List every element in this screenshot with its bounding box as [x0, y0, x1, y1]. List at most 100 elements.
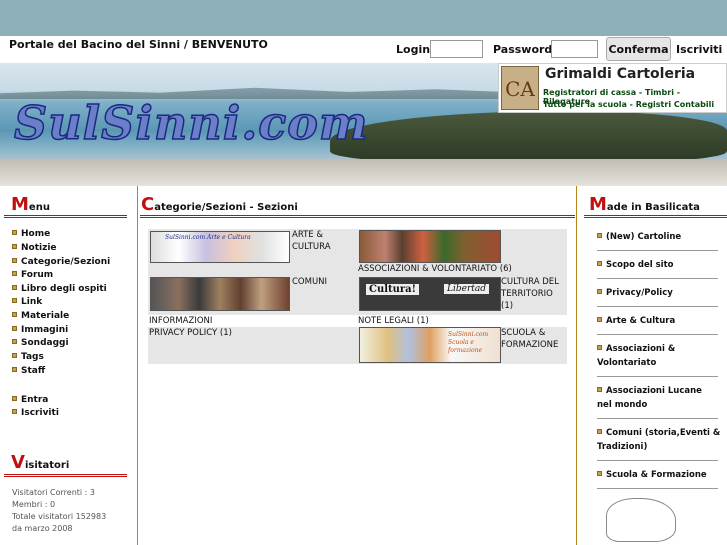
category-comuni[interactable]: COMUNI	[148, 277, 357, 315]
arte-cultura-thumbnail[interactable]: SulSinni.com Arte e Cultura	[150, 231, 290, 263]
thumbnail-caption: Cultura!	[366, 284, 420, 295]
ad-logo: CA	[501, 66, 539, 110]
category-label[interactable]: NOTE LEGALI (1)	[358, 316, 429, 327]
category-privacy[interactable]: PRIVACY POLICY (1)	[148, 327, 357, 364]
divider	[597, 278, 718, 279]
ad-banner[interactable]: CA Grimaldi Cartoleria Registratori di c…	[498, 63, 727, 113]
bullet-icon	[597, 289, 602, 294]
categories-rule	[140, 215, 575, 218]
category-note-legali[interactable]: NOTE LEGALI (1)	[357, 315, 567, 327]
made-item-label: Associazioni &	[606, 344, 676, 354]
cultura-thumbnail[interactable]: Cultura! Libertad	[359, 277, 501, 311]
bullet-icon	[12, 271, 17, 276]
menu-item-link[interactable]: Link	[12, 297, 42, 307]
menu-item-label: Forum	[21, 270, 54, 280]
category-label[interactable]: INFORMAZIONI	[149, 316, 212, 327]
made-item-label: (New) Cartoline	[606, 232, 682, 242]
category-label[interactable]: (1)	[501, 301, 513, 312]
menu-item-staff[interactable]: Staff	[12, 366, 45, 376]
made-item-label-2: Volontariato	[597, 358, 657, 368]
menu-item-notizie[interactable]: Notizie	[12, 243, 57, 253]
bullet-icon	[597, 429, 602, 434]
thumbnail-caption: Libertad	[444, 284, 489, 294]
category-cultura-territorio[interactable]: Cultura! Libertad CULTURA DEL TERRITORIO…	[357, 277, 567, 315]
top-bar	[0, 0, 727, 36]
menu-item-home[interactable]: Home	[12, 229, 50, 239]
category-label[interactable]: PRIVACY POLICY (1)	[149, 328, 232, 339]
category-label[interactable]: CULTURA	[292, 242, 331, 253]
menu-item-guestbook[interactable]: Libro degli ospiti	[12, 284, 107, 294]
category-label[interactable]: ASSOCIAZIONI & VOLONTARIATO (6)	[358, 264, 512, 275]
bullet-icon	[12, 230, 17, 235]
category-label[interactable]: ARTE &	[292, 230, 323, 241]
made-item-label-2: Tradizioni)	[597, 442, 648, 452]
made-item-label: Scopo del sito	[606, 260, 674, 270]
made-heading: Made in Basilicata	[589, 194, 700, 215]
bullet-icon	[12, 312, 17, 317]
category-label[interactable]: SCUOLA &	[501, 328, 545, 339]
menu-item-categorie[interactable]: Categorie/Sezioni	[12, 257, 110, 267]
made-heading-rest: ade in Basilicata	[606, 202, 700, 213]
menu-item-label: Home	[21, 229, 51, 239]
bullet-icon	[12, 409, 17, 414]
made-item-scuola[interactable]: Scuola & Formazione	[597, 468, 707, 482]
menu-item-entra[interactable]: Entra	[12, 395, 48, 405]
bullet-icon	[12, 353, 17, 358]
made-item-label: Scuola & Formazione	[606, 470, 707, 480]
made-item-label: Comuni (storia,Eventi &	[606, 428, 721, 438]
made-item-arte[interactable]: Arte & Cultura	[597, 314, 675, 328]
menu-item-tags[interactable]: Tags	[12, 352, 44, 362]
bullet-icon	[597, 233, 602, 238]
menu-item-forum[interactable]: Forum	[12, 270, 53, 280]
divider	[597, 306, 718, 307]
made-heading-cap: M	[589, 194, 607, 215]
divider	[597, 418, 718, 419]
menu-heading: Menu	[11, 194, 50, 215]
visitors-rule	[4, 474, 127, 477]
category-label[interactable]: COMUNI	[292, 277, 327, 288]
category-label[interactable]: TERRITORIO	[501, 289, 553, 300]
category-arte-cultura[interactable]: SulSinni.com Arte e Cultura ARTE & CULTU…	[148, 229, 357, 277]
bullet-icon	[597, 345, 602, 350]
confirm-button[interactable]: Conferma	[606, 37, 671, 61]
menu-item-label: Materiale	[21, 311, 70, 321]
category-scuola[interactable]: SulSinni.com Scuola e formazione SCUOLA …	[357, 327, 567, 364]
category-informazioni[interactable]: INFORMAZIONI	[148, 315, 357, 327]
login-input[interactable]	[430, 40, 483, 58]
made-item-associazioni-lucane[interactable]: Associazioni Lucane nel mondo	[597, 384, 702, 412]
scuola-thumbnail[interactable]: SulSinni.com Scuola e formazione	[359, 327, 501, 363]
associazioni-thumbnail[interactable]	[359, 230, 501, 263]
made-item-privacy[interactable]: Privacy/Policy	[597, 286, 673, 300]
menu-item-iscriviti[interactable]: Iscriviti	[12, 408, 59, 418]
visitors-members: Membri : 0	[12, 500, 56, 509]
bullet-icon	[597, 387, 602, 392]
sketch-image[interactable]	[606, 498, 676, 542]
category-label[interactable]: FORMAZIONE	[501, 340, 558, 351]
password-input[interactable]	[551, 40, 598, 58]
menu-item-label: Tags	[21, 352, 44, 362]
made-item-cartoline[interactable]: (New) Cartoline	[597, 230, 681, 244]
menu-item-label: Sondaggi	[21, 338, 69, 348]
register-link[interactable]: Iscriviti	[676, 43, 722, 56]
menu-heading-cap: M	[11, 194, 29, 215]
made-item-label: Privacy/Policy	[606, 288, 673, 298]
bullet-icon	[12, 326, 17, 331]
made-item-comuni[interactable]: Comuni (storia,Eventi & Tradizioni)	[597, 426, 720, 454]
password-label: Password	[493, 43, 553, 56]
category-associazioni[interactable]: ASSOCIAZIONI & VOLONTARIATO (6)	[357, 229, 567, 277]
comuni-thumbnail[interactable]	[150, 277, 290, 311]
menu-item-materiale[interactable]: Materiale	[12, 311, 69, 321]
categories-heading-cap: C	[141, 194, 155, 215]
bullet-icon	[12, 258, 17, 263]
category-label[interactable]: CULTURA DEL	[501, 277, 559, 288]
made-item-associazioni[interactable]: Associazioni & Volontariato	[597, 342, 675, 370]
ad-line-2: Tutto per la scuola - Registri Contabili	[543, 100, 715, 109]
made-item-scopo[interactable]: Scopo del sito	[597, 258, 673, 272]
right-column: Made in Basilicata (New) Cartoline Scopo…	[580, 186, 727, 545]
menu-item-label: Libro degli ospiti	[21, 284, 107, 294]
thumbnail-caption: SulSinni.com Scuola e formazione	[448, 331, 489, 354]
site-logo-text[interactable]: SulSinni.com	[13, 95, 369, 151]
menu-item-immagini[interactable]: Immagini	[12, 325, 68, 335]
main-column: Categorie/Sezioni - Sezioni SulSinni.com…	[137, 186, 577, 545]
menu-item-sondaggi[interactable]: Sondaggi	[12, 338, 69, 348]
